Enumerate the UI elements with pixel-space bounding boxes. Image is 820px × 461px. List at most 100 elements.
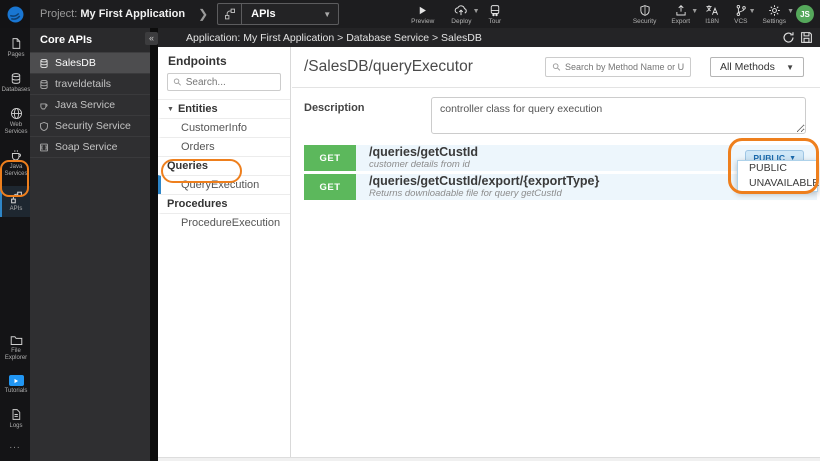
section-header-label: Entities — [177, 103, 218, 115]
method-filter-dropdown[interactable]: All Methods ▼ — [710, 57, 804, 77]
service-item-label: Java Service — [55, 99, 116, 111]
rail-label: Databases — [1, 87, 31, 93]
rail-label: APIs — [9, 206, 23, 212]
description-input[interactable]: controller class for query execution — [431, 97, 806, 134]
vcs-label: VCS — [734, 17, 748, 25]
rail-label: Logs — [9, 423, 23, 429]
rail-more-button[interactable]: ... — [0, 434, 30, 461]
security-label: Security — [632, 17, 657, 25]
chevron-down-icon: ▼ — [786, 62, 794, 72]
chevron-down-icon: ▼ — [323, 9, 332, 19]
bus-icon — [489, 4, 501, 17]
endpoint-item-customerinfo[interactable]: CustomerInfo — [158, 118, 290, 137]
endpoints-section-queries[interactable]: Queries — [158, 156, 290, 175]
database-icon — [39, 58, 49, 69]
logs-icon — [12, 409, 21, 420]
database-icon — [39, 79, 49, 90]
security-button[interactable]: Security — [633, 4, 656, 25]
main-content: /SalesDB/queryExecutor All Methods ▼ Des… — [292, 47, 820, 457]
service-item-salesdb[interactable]: SalesDB — [30, 53, 150, 74]
vcs-button[interactable]: VCS ▼ — [734, 4, 756, 25]
service-item-security-service[interactable]: Security Service — [30, 116, 150, 137]
export-button[interactable]: Export ▼ — [671, 4, 698, 25]
refresh-icon[interactable] — [782, 31, 795, 44]
section-header-label: Queries — [167, 160, 208, 172]
preview-button[interactable]: Preview — [411, 4, 434, 25]
endpoint-item-orders[interactable]: Orders — [158, 137, 290, 156]
endpoint-info: /queries/getCustId customer details from… — [369, 146, 478, 169]
rail-item-file-explorer[interactable]: File Explorer — [0, 329, 30, 366]
rail-label: Web Services — [4, 122, 28, 135]
endpoint-path: /queries/getCustId/export/{exportType} — [369, 174, 600, 189]
chevron-right-icon: ❯ — [198, 7, 209, 21]
tour-label: Tour — [488, 17, 502, 25]
endpoint-item-queryexecution[interactable]: QueryExecution — [158, 175, 290, 194]
endpoints-section-procedures[interactable]: Procedures — [158, 194, 290, 213]
user-avatar[interactable]: JS — [796, 5, 814, 23]
brand-logo[interactable] — [0, 0, 30, 28]
rail-spacer — [0, 217, 30, 325]
rail-label: Pages — [7, 52, 25, 58]
deploy-label: Deploy — [451, 17, 472, 25]
rail-item-apis[interactable]: APIs — [0, 186, 30, 217]
workspace-selector[interactable]: APIs ▼ — [217, 3, 340, 25]
endpoints-search-input[interactable] — [185, 76, 275, 88]
export-icon — [675, 4, 687, 17]
endpoints-search[interactable] — [167, 73, 281, 91]
deploy-button[interactable]: Deploy ▼ — [451, 4, 480, 25]
endpoint-item-procedureexecution[interactable]: ProcedureExecution — [158, 213, 290, 232]
i18n-button[interactable]: I18N — [705, 4, 719, 25]
http-method-badge[interactable]: GET — [304, 174, 356, 200]
method-search-input[interactable] — [565, 62, 684, 72]
export-label: Export — [671, 17, 691, 25]
endpoint-description: Returns downloadable file for query getC… — [369, 187, 562, 199]
topbar-actions-right: Security Export ▼ I18N VCS ▼ Settings ▼ — [633, 4, 794, 25]
rail-item-databases[interactable]: Databases — [0, 67, 30, 98]
shield-icon — [39, 121, 49, 132]
description-label: Description — [304, 102, 365, 114]
page-icon — [12, 38, 21, 49]
service-item-traveldetails[interactable]: traveldetails — [30, 74, 150, 95]
rail-item-tutorials[interactable]: Tutorials — [0, 370, 30, 399]
topbar-actions-left: Preview Deploy ▼ Tour — [411, 4, 501, 25]
breadcrumb: Application: My First Application > Data… — [186, 31, 482, 44]
settings-button[interactable]: Settings ▼ — [763, 4, 794, 25]
search-icon — [552, 63, 561, 71]
project-name: My First Application — [80, 8, 186, 20]
branch-icon — [735, 4, 747, 17]
http-method-badge[interactable]: GET — [304, 145, 356, 171]
play-icon — [417, 4, 428, 17]
visibility-option-unavailable[interactable]: UNAVAILABLE — [738, 176, 819, 191]
service-item-label: traveldetails — [55, 78, 112, 90]
app-window: Project: My First Application ❯ APIs ▼ P… — [0, 0, 820, 461]
collapse-panel-button[interactable]: « — [145, 32, 158, 45]
endpoint-info: /queries/getCustId/export/{exportType} R… — [369, 175, 599, 198]
service-item-java-service[interactable]: Java Service — [30, 95, 150, 116]
breadcrumb-bar: Application: My First Application > Data… — [158, 28, 820, 47]
method-search[interactable] — [545, 57, 691, 77]
coffee-cup-icon — [11, 150, 21, 161]
rail-item-pages[interactable]: Pages — [0, 32, 30, 63]
save-icon[interactable] — [800, 31, 813, 44]
tour-button[interactable]: Tour — [488, 4, 502, 25]
page-title: /SalesDB/queryExecutor — [304, 58, 473, 75]
api-icon — [218, 4, 243, 24]
rail-label: File Explorer — [4, 348, 28, 361]
workspace-selector-label: APIs — [251, 8, 276, 20]
topbar: Project: My First Application ❯ APIs ▼ P… — [0, 0, 820, 28]
rail-item-web-services[interactable]: Web Services — [0, 102, 30, 140]
chevron-down-icon: ▼ — [472, 7, 480, 15]
description-row: Description controller class for query e… — [292, 88, 820, 145]
rail-item-java-services[interactable]: Java Services — [0, 144, 30, 182]
bottom-scrollbar-track[interactable] — [158, 457, 820, 461]
endpoints-section-entities[interactable]: ▼ Entities — [158, 99, 290, 118]
visibility-option-public[interactable]: PUBLIC — [738, 161, 817, 176]
rail-item-logs[interactable]: Logs — [0, 403, 30, 434]
service-item-soap-service[interactable]: Soap Service — [30, 137, 150, 158]
cloud-upload-icon — [454, 4, 468, 17]
left-rail: Pages Databases Web Services Java Servic… — [0, 28, 30, 461]
i18n-label: I18N — [705, 17, 719, 25]
wavemaker-logo-icon — [7, 6, 23, 22]
service-item-label: Soap Service — [55, 141, 118, 153]
preview-label: Preview — [411, 17, 435, 25]
